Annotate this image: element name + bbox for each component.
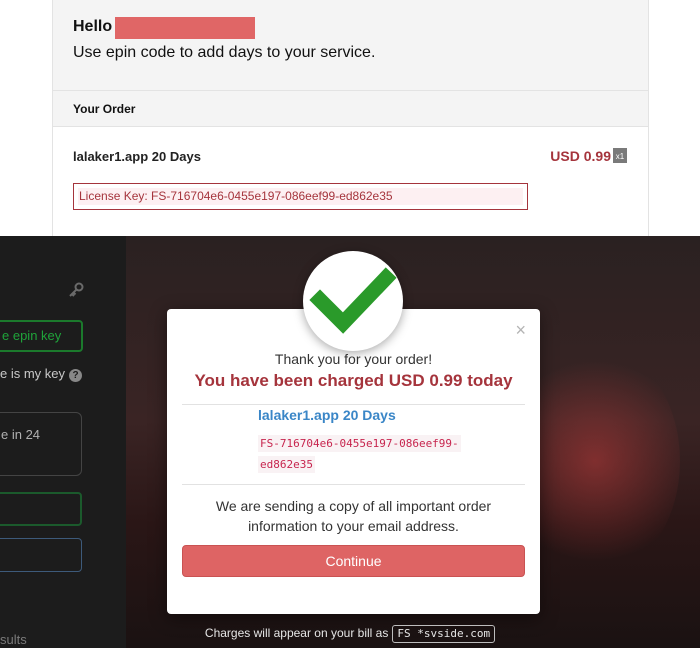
continue-button[interactable]: Continue [182, 545, 525, 577]
order-heading: Your Order [73, 102, 136, 116]
note-line-1: We are sending a copy of all important o… [215, 498, 492, 514]
where-is-my-key-link[interactable]: e is my key? [0, 366, 83, 382]
note-line-2: information to your email address. [248, 518, 459, 534]
bill-text: Charges will appear on your bill as [204, 626, 389, 640]
modal-license-key: FS-716704e6-0455e197-086eef99- ed862e35 [258, 433, 470, 475]
license-key-line-2: ed862e35 [258, 456, 315, 473]
bill-code: FS *svside.com [392, 625, 496, 643]
redacted-name [115, 17, 255, 39]
background-input-2[interactable] [0, 538, 82, 572]
background-input-1[interactable] [0, 492, 82, 526]
email-receipt: Hello Use epin code to add days to your … [0, 0, 700, 236]
enter-epin-key-button[interactable]: e epin key [0, 320, 83, 352]
divider [182, 404, 525, 405]
key-icon [69, 282, 84, 297]
thank-you-text: Thank you for your order! [274, 351, 433, 367]
divider [182, 484, 525, 485]
intro-text: Use epin code to add days to your servic… [73, 44, 376, 61]
email-copy-note: We are sending a copy of all important o… [167, 496, 540, 536]
charged-text: You have been charged USD 0.99 today [194, 371, 513, 390]
product-name: lalaker1.app 20 Days [73, 149, 201, 164]
order-header: Your Order [53, 90, 648, 127]
close-icon[interactable]: × [515, 321, 526, 339]
modal-product-name: lalaker1.app 20 Days [258, 407, 396, 423]
help-icon: ? [69, 369, 83, 382]
greeting: Hello [73, 18, 113, 35]
where-is-my-key-label: e is my key [0, 366, 66, 381]
license-key: License Key: FS-716704e6-0455e197-086eef… [78, 188, 523, 205]
checkmark-icon [309, 267, 397, 334]
info-box: e in 24 [0, 412, 82, 476]
product-price: USD 0.99 [550, 148, 611, 164]
email-header: Hello Use epin code to add days to your … [53, 0, 648, 90]
quantity-badge: x1 [613, 148, 627, 163]
success-badge [303, 251, 403, 351]
order-confirmation-modal: × Thank you for your order! You have bee… [167, 309, 540, 614]
background-sidebar: e epin key e is my key? e in 24 sults [0, 236, 126, 648]
license-key-box: License Key: FS-716704e6-0455e197-086eef… [73, 183, 528, 210]
bill-descriptor: Charges will appear on your bill as FS *s… [0, 625, 700, 643]
email-card: Hello Use epin code to add days to your … [52, 0, 649, 236]
license-key-line-1: FS-716704e6-0455e197-086eef99- [258, 435, 461, 452]
